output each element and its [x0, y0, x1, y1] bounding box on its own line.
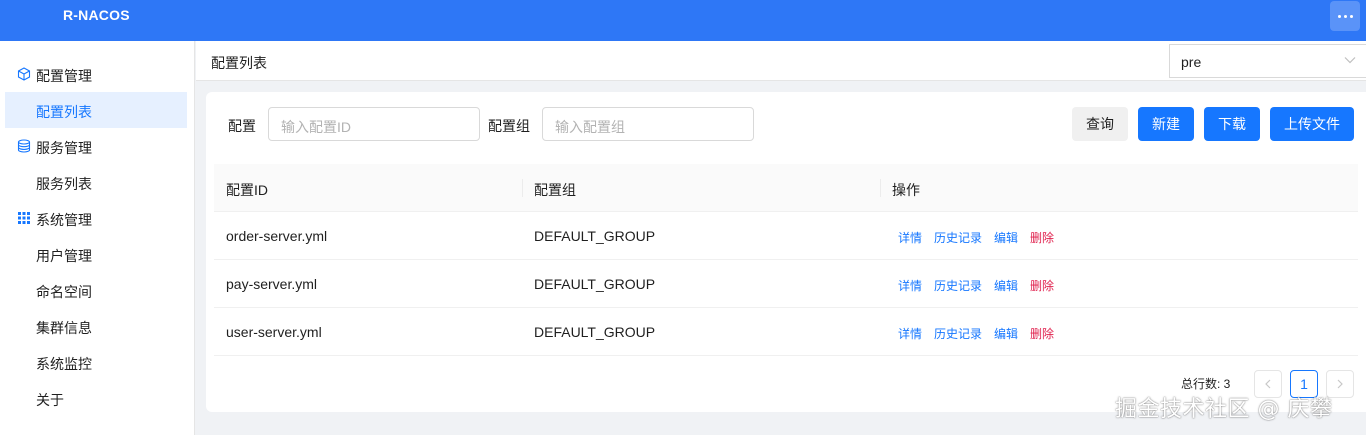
sidebar-item-system-monitor[interactable]: 系统监控 — [5, 344, 187, 380]
sidebar-item-label: 集群信息 — [36, 320, 92, 336]
upload-file-button[interactable]: 上传文件 — [1270, 107, 1354, 141]
table-row: pay-server.yml DEFAULT_GROUP 详情 历史记录 编辑 … — [214, 260, 1358, 308]
dot-icon — [1337, 14, 1341, 18]
sidebar-group-label: 系统管理 — [36, 212, 92, 228]
config-id-cell: pay-server.yml — [226, 276, 318, 292]
table-row: user-server.yml DEFAULT_GROUP 详情 历史记录 编辑… — [214, 308, 1358, 356]
more-options-button[interactable] — [1330, 1, 1360, 31]
namespace-select[interactable]: pre — [1169, 44, 1366, 78]
column-header-config-group: 配置组 — [534, 182, 576, 198]
dot-icon — [1343, 14, 1347, 18]
sidebar-group-service-management[interactable]: 服务管理 — [0, 128, 195, 164]
config-list-card: 配置 输入配置ID 配置组 输入配置组 查询 新建 下载 上传文件 配置ID 配… — [206, 92, 1366, 412]
chevron-right-icon — [1337, 379, 1343, 389]
sidebar-group-label: 服务管理 — [36, 140, 92, 156]
sidebar-item-label: 关于 — [36, 392, 64, 408]
edit-link[interactable]: 编辑 — [994, 325, 1018, 342]
column-header-actions: 操作 — [892, 182, 920, 198]
config-group-input[interactable]: 输入配置组 — [542, 107, 754, 141]
detail-link[interactable]: 详情 — [898, 277, 922, 294]
table-header: 配置ID 配置组 操作 — [214, 164, 1358, 212]
config-group-placeholder: 输入配置组 — [555, 119, 625, 135]
column-header-config-id: 配置ID — [226, 182, 268, 198]
sidebar-item-label: 配置列表 — [36, 104, 92, 120]
query-button[interactable]: 查询 — [1072, 107, 1128, 141]
sidebar-item-about[interactable]: 关于 — [5, 380, 187, 416]
cube-icon — [17, 67, 31, 81]
detail-link[interactable]: 详情 — [898, 229, 922, 246]
history-link[interactable]: 历史记录 — [934, 325, 982, 342]
pagination-total: 总行数: 3 — [1181, 377, 1231, 391]
column-divider — [880, 179, 881, 197]
config-id-input[interactable]: 输入配置ID — [268, 107, 480, 141]
chevron-down-icon — [1344, 57, 1356, 64]
column-divider — [522, 179, 523, 197]
edit-link[interactable]: 编辑 — [994, 277, 1018, 294]
sidebar: 配置管理 配置列表 服务管理 服务列表 系统管理 用户管理 命名空间 集群信息 … — [0, 41, 195, 435]
config-id-cell: user-server.yml — [226, 324, 322, 340]
app-title[interactable]: R-NACOS — [63, 7, 130, 23]
sidebar-item-namespace[interactable]: 命名空间 — [5, 272, 187, 308]
sidebar-item-label: 用户管理 — [36, 248, 92, 264]
config-group-cell: DEFAULT_GROUP — [534, 324, 656, 340]
table-row: order-server.yml DEFAULT_GROUP 详情 历史记录 编… — [214, 212, 1358, 260]
edit-link[interactable]: 编辑 — [994, 229, 1018, 246]
dot-icon — [1349, 14, 1353, 18]
config-group-cell: DEFAULT_GROUP — [534, 228, 656, 244]
config-group-label: 配置组 — [488, 118, 530, 134]
sidebar-item-label: 服务列表 — [36, 176, 92, 192]
sidebar-item-service-list[interactable]: 服务列表 — [5, 164, 187, 200]
watermark: 掘金技术社区 @ 庆攀 — [1115, 397, 1333, 422]
create-button[interactable]: 新建 — [1138, 107, 1194, 141]
top-bar: R-NACOS — [0, 0, 1366, 41]
database-icon — [17, 139, 31, 153]
detail-link[interactable]: 详情 — [898, 325, 922, 342]
sidebar-group-system-management[interactable]: 系统管理 — [0, 200, 195, 236]
config-group-cell: DEFAULT_GROUP — [534, 276, 656, 292]
sidebar-item-label: 系统监控 — [36, 356, 92, 372]
delete-link[interactable]: 删除 — [1030, 277, 1054, 294]
chevron-left-icon — [1265, 379, 1271, 389]
config-id-cell: order-server.yml — [226, 228, 328, 244]
sidebar-item-label: 命名空间 — [36, 284, 92, 300]
config-id-label: 配置 — [228, 118, 256, 134]
sidebar-group-config-management[interactable]: 配置管理 — [0, 56, 195, 92]
delete-link[interactable]: 删除 — [1030, 229, 1054, 246]
sidebar-item-config-list[interactable]: 配置列表 — [5, 92, 187, 128]
namespace-select-value: pre — [1181, 54, 1202, 70]
sidebar-item-cluster-info[interactable]: 集群信息 — [5, 308, 187, 344]
history-link[interactable]: 历史记录 — [934, 277, 982, 294]
download-button[interactable]: 下载 — [1204, 107, 1260, 141]
page-title: 配置列表 — [211, 55, 267, 71]
history-link[interactable]: 历史记录 — [934, 229, 982, 246]
grid-icon — [18, 212, 30, 224]
config-id-placeholder: 输入配置ID — [281, 119, 351, 135]
sidebar-group-label: 配置管理 — [36, 68, 92, 84]
delete-link[interactable]: 删除 — [1030, 325, 1054, 342]
sidebar-item-user-management[interactable]: 用户管理 — [5, 236, 187, 272]
page-header: 配置列表 pre — [196, 41, 1366, 81]
